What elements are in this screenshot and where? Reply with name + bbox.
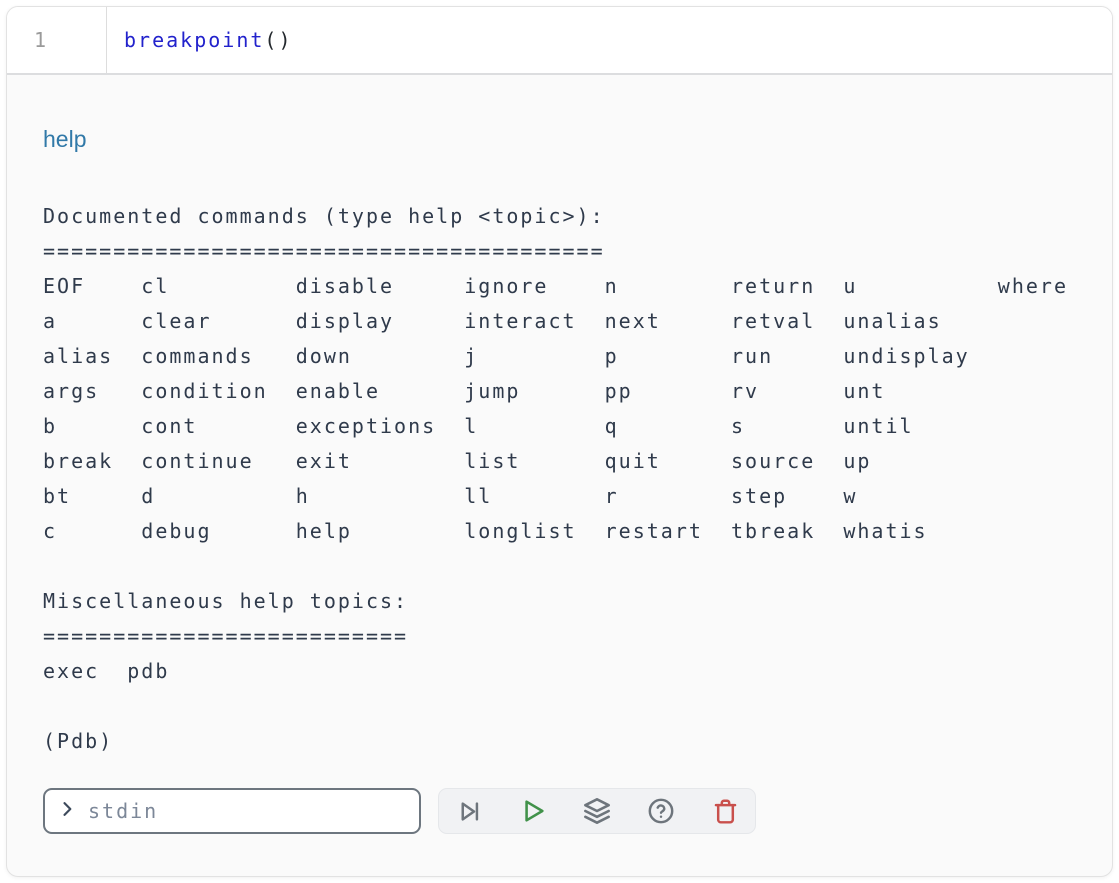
stdin-input[interactable] (86, 798, 407, 824)
code-line: breakpoint() (107, 28, 293, 52)
skip-forward-icon (456, 798, 483, 825)
io-row (43, 788, 1076, 834)
question-circle-icon (647, 797, 675, 825)
help-button[interactable] (646, 796, 676, 826)
line-number-gutter: 1 (7, 7, 107, 73)
layers-icon (583, 797, 611, 825)
trash-icon (712, 798, 739, 825)
code-function-name: breakpoint (124, 28, 264, 52)
stdin-input-box[interactable] (43, 788, 421, 834)
erase-button[interactable] (710, 796, 740, 826)
echoed-command: help (43, 124, 1076, 155)
line-number: 1 (34, 28, 48, 52)
play-icon (519, 797, 547, 825)
debug-toolbar (438, 788, 756, 834)
skip-button[interactable] (454, 796, 484, 826)
console-output-area: help Documented commands (type help <top… (7, 124, 1112, 834)
chevron-right-icon (57, 799, 77, 824)
code-editor[interactable]: 1 breakpoint() (7, 7, 1112, 75)
pdb-help-output: Documented commands (type help <topic>):… (43, 199, 1076, 759)
code-parens: () (264, 28, 292, 52)
snoop-button[interactable] (582, 796, 612, 826)
run-button[interactable] (518, 796, 548, 826)
console-card: 1 breakpoint() help Documented commands … (6, 6, 1113, 877)
